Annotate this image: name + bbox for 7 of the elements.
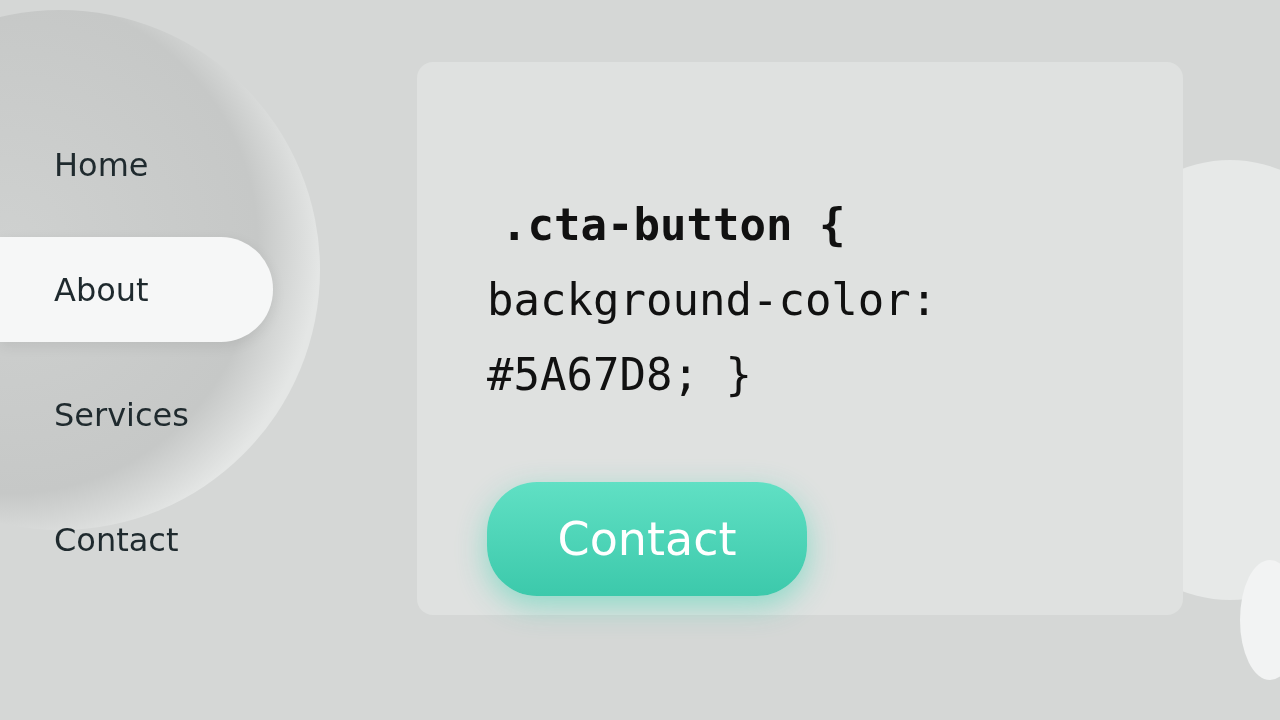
code-line: #5A67D8; } (487, 348, 752, 402)
nav-item[interactable]: Services (0, 362, 273, 467)
nav-item[interactable]: Contact (0, 487, 273, 592)
code-line: background-color: (487, 273, 938, 327)
code-line: .cta-button { (500, 198, 846, 252)
nav-item[interactable]: Home (0, 112, 273, 217)
nav-item[interactable]: About (0, 237, 273, 342)
